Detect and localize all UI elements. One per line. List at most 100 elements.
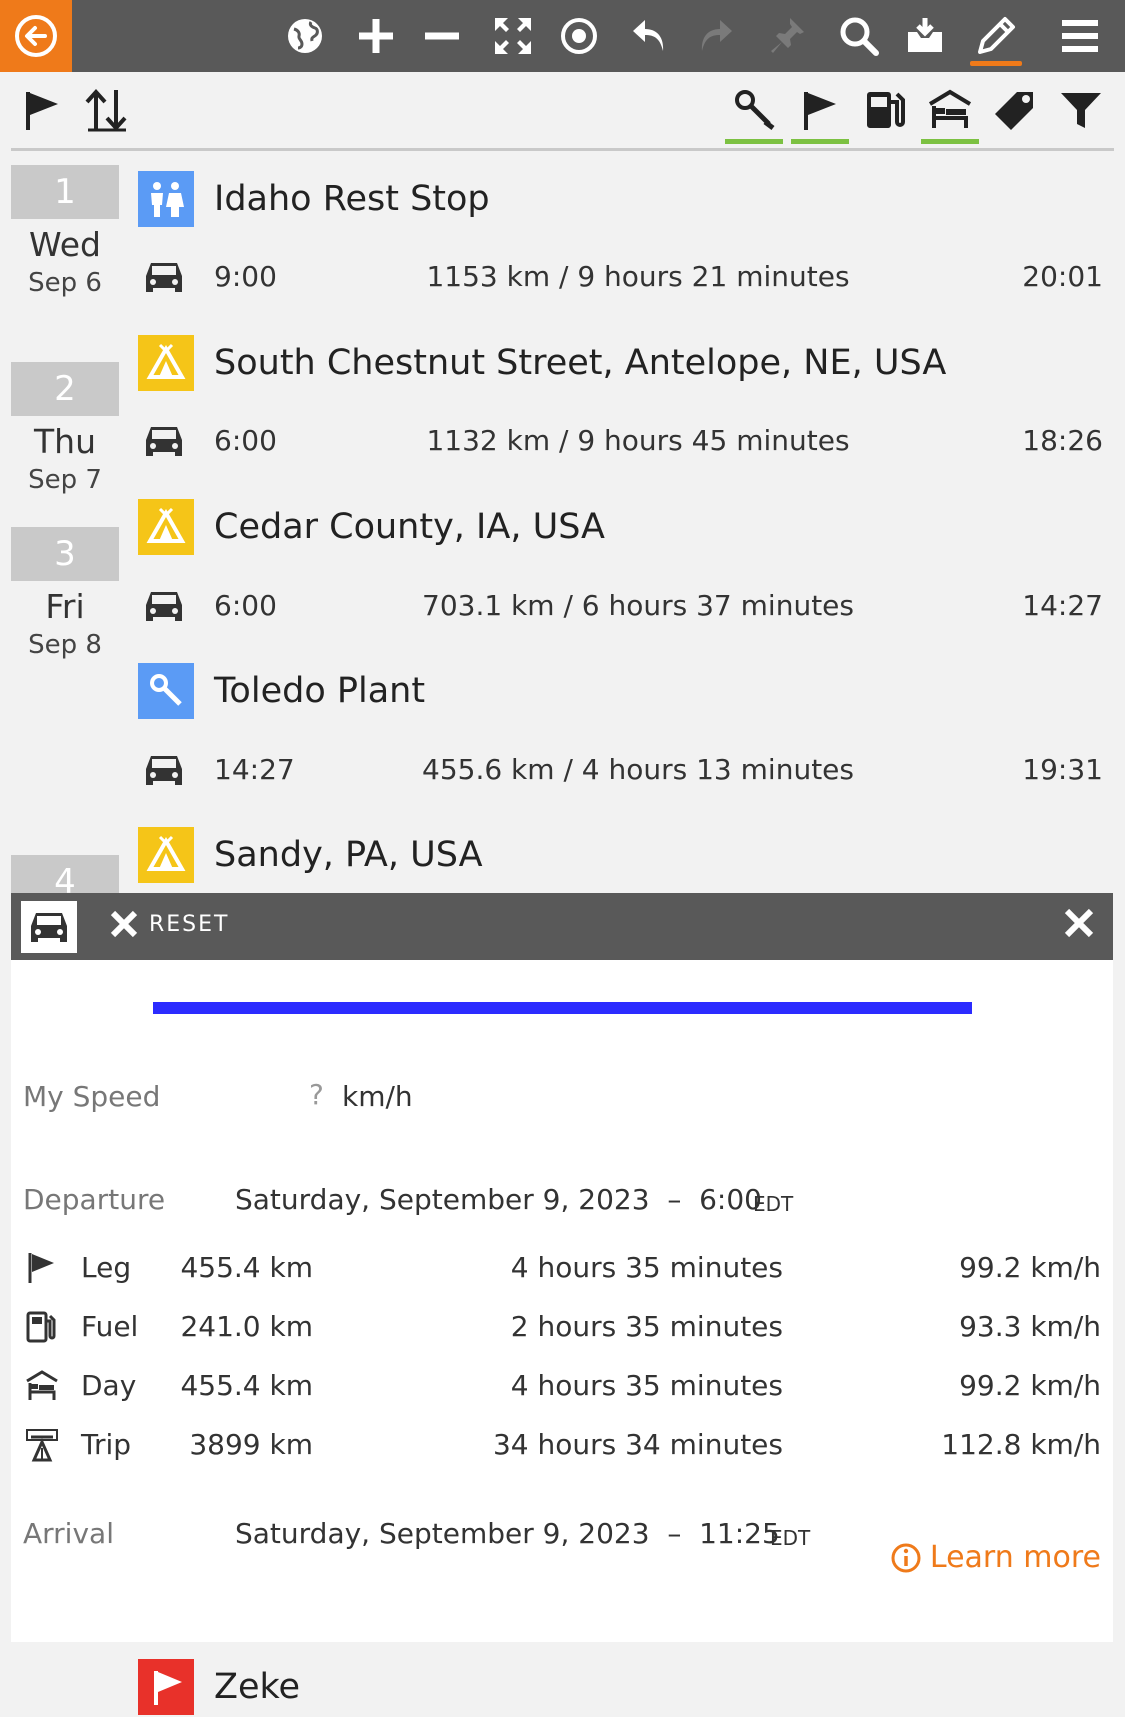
stat-speed: 112.8 km/h	[941, 1428, 1101, 1461]
learn-more-link[interactable]: Learn more	[890, 1540, 1101, 1575]
globe-button[interactable]	[277, 8, 333, 64]
waypoint-icon	[138, 663, 194, 719]
speed-value-input[interactable]: ?	[309, 1078, 324, 1111]
flag-icon	[26, 92, 58, 130]
filter-button[interactable]	[1050, 82, 1112, 138]
stop-name: Toledo Plant	[214, 671, 426, 711]
top-toolbar	[0, 0, 1125, 72]
search-button[interactable]	[831, 8, 887, 64]
stop-name: Zeke	[214, 1667, 301, 1707]
leg-end-time: 14:27	[1022, 589, 1103, 622]
leg-start-time: 14:27	[214, 753, 295, 786]
stop-row[interactable]: Cedar County, IA, USA	[138, 499, 605, 555]
filter-waypoints-button[interactable]	[723, 82, 785, 144]
stat-distance: 455.4 km	[180, 1251, 313, 1284]
departure-timezone: EDT	[753, 1192, 794, 1216]
day-date: Sep 7	[28, 465, 102, 495]
stat-distance: 3899 km	[189, 1428, 313, 1461]
close-panel-button[interactable]	[1063, 907, 1095, 943]
undo-button[interactable]	[621, 8, 677, 64]
stat-row-trip: Trip 3899 km 34 hours 34 minutes 112.8 k…	[23, 1424, 1111, 1468]
stat-label: Trip	[81, 1428, 132, 1461]
leg-row[interactable]: 6:00 703.1 km / 6 hours 37 minutes 14:27	[138, 581, 1103, 631]
stat-distance: 241.0 km	[180, 1310, 313, 1343]
leg-start-time: 6:00	[214, 424, 277, 457]
day-marker-1: 1 Wed Sep 6	[11, 165, 119, 298]
locate-icon	[561, 18, 597, 54]
zoom-in-button[interactable]	[348, 8, 404, 64]
edit-icon	[978, 17, 1015, 54]
car-icon	[146, 427, 182, 456]
my-speed-label: My Speed	[23, 1080, 161, 1113]
sort-button[interactable]	[76, 82, 138, 138]
stop-row[interactable]: Idaho Rest Stop	[138, 171, 490, 227]
speed-unit: km/h	[342, 1080, 413, 1113]
zoom-out-icon	[425, 32, 459, 40]
filter-fuel-button[interactable]	[854, 82, 916, 138]
camp-icon	[138, 335, 194, 391]
flag-filter-icon	[804, 92, 836, 130]
stop-name: Sandy, PA, USA	[214, 835, 483, 875]
stop-row[interactable]: South Chestnut Street, Antelope, NE, USA	[138, 335, 946, 391]
speed-slider[interactable]	[153, 1002, 972, 1014]
funnel-icon	[1061, 93, 1101, 128]
waypoint-filter-icon	[735, 90, 775, 130]
stop-row[interactable]: Toledo Plant	[138, 663, 425, 719]
leg-summary: 703.1 km / 6 hours 37 minutes	[422, 589, 854, 622]
leg-row[interactable]: 9:00 1153 km / 9 hours 21 minutes 20:01	[138, 252, 1103, 302]
reset-button[interactable]: RESET	[109, 909, 230, 939]
day-marker-3: 3 Fri Sep 8	[11, 527, 119, 660]
zoom-out-button[interactable]	[414, 8, 470, 64]
pin-button[interactable]	[758, 8, 814, 64]
close-icon	[110, 910, 138, 938]
car-icon	[146, 592, 182, 621]
download-button[interactable]	[897, 8, 953, 64]
day-weekday: Thu	[34, 422, 96, 461]
day-number: 4	[11, 855, 119, 893]
fuel-icon	[26, 1311, 56, 1343]
stat-speed: 99.2 km/h	[959, 1251, 1101, 1284]
leg-summary: 1132 km / 9 hours 45 minutes	[426, 424, 850, 457]
filter-tags-button[interactable]	[984, 82, 1046, 138]
stat-duration: 4 hours 35 minutes	[510, 1251, 783, 1284]
tag-filter-icon	[995, 92, 1033, 130]
locate-button[interactable]	[551, 8, 607, 64]
leg-row[interactable]: 14:27 455.6 km / 4 hours 13 minutes 19:3…	[138, 745, 1103, 795]
filter-flags-button[interactable]	[789, 82, 851, 144]
fit-button[interactable]	[485, 8, 541, 64]
stat-label: Day	[81, 1369, 137, 1402]
stop-name: Idaho Rest Stop	[214, 179, 490, 219]
stat-duration: 34 hours 34 minutes	[492, 1428, 783, 1461]
undo-icon	[633, 20, 664, 51]
leg-row[interactable]: 6:00 1132 km / 9 hours 45 minutes 18:26	[138, 416, 1103, 466]
hotel-icon	[26, 1370, 58, 1400]
download-icon	[908, 18, 942, 52]
stat-speed: 93.3 km/h	[959, 1310, 1101, 1343]
divider	[11, 148, 1114, 151]
leg-end-time: 20:01	[1022, 260, 1103, 293]
destination-flag-icon	[138, 1659, 194, 1715]
menu-button[interactable]	[1052, 8, 1108, 64]
leg-start-time: 6:00	[214, 589, 277, 622]
redo-icon	[701, 20, 732, 51]
info-icon	[891, 1543, 921, 1572]
stop-name: South Chestnut Street, Antelope, NE, USA	[214, 343, 947, 383]
vehicle-button[interactable]	[21, 901, 77, 953]
stop-row[interactable]: Zeke	[138, 1659, 300, 1715]
arrival-timezone: EDT	[770, 1526, 811, 1550]
day-marker-2: 2 Thu Sep 7	[11, 362, 119, 495]
filter-lodging-button[interactable]	[919, 82, 981, 144]
day-marker-4: 4	[11, 855, 119, 893]
departure-value[interactable]: Saturday, September 9, 2023 – 6:00	[235, 1183, 762, 1216]
redo-button[interactable]	[688, 8, 744, 64]
reset-label: RESET	[149, 911, 230, 937]
add-flag-button[interactable]	[11, 82, 73, 138]
day-number: 3	[11, 527, 119, 581]
day-date: Sep 8	[28, 630, 102, 660]
edit-button[interactable]	[968, 8, 1024, 66]
back-button[interactable]	[0, 0, 72, 72]
stat-row-fuel: Fuel 241.0 km 2 hours 35 minutes 93.3 km…	[23, 1306, 1111, 1350]
sort-icon	[85, 89, 127, 132]
back-icon	[15, 15, 57, 57]
stop-row[interactable]: Sandy, PA, USA	[138, 827, 483, 883]
